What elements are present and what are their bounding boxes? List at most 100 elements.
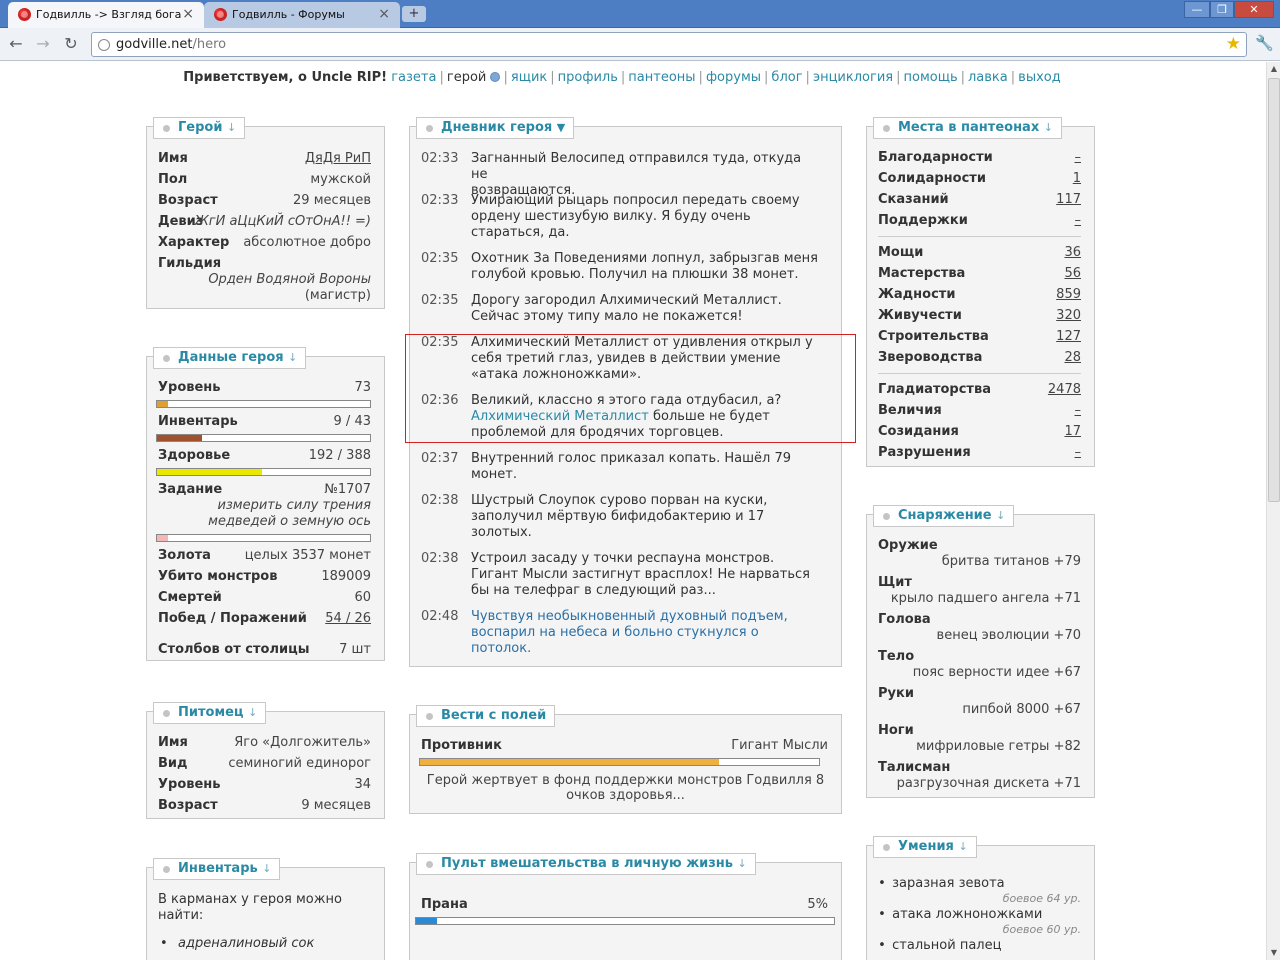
pantheon-label: Сказаний [878,192,949,207]
deaths-value: 60 [354,590,371,605]
hero-status-icon [490,72,501,82]
gold-label: Золота [158,548,211,563]
equipment-item: венец эволюции +70 [936,628,1081,643]
pantheon-value-link[interactable]: 56 [1064,266,1081,281]
poles-value: 7 шт [339,642,371,657]
hero-age-label: Возраст [158,193,218,208]
prana-bar [415,917,835,925]
arrow-down-icon: ↓ [262,862,272,875]
tab-close-icon[interactable]: × [182,6,194,22]
nav-shop[interactable]: лавка [968,70,1008,85]
pantheon-value-link[interactable]: 2478 [1048,382,1081,397]
tab-godville-forums[interactable]: Годвилль - Форумы × [204,2,400,28]
pantheon-label: Жадности [878,287,956,302]
nav-forums[interactable]: форумы [706,70,761,85]
level-label: Уровень [158,380,221,395]
opponent-label: Противник [421,738,502,753]
page-scrollbar[interactable]: ▲ ▼ [1266,62,1280,960]
equipment-slot: Голова [878,612,931,627]
prana-label: Прана [421,897,468,912]
quest-progress-bar [156,534,371,542]
pantheon-value-link[interactable]: – [1075,445,1082,460]
scroll-up-icon[interactable]: ▲ [1267,62,1280,76]
nav-newspaper[interactable]: газета [391,70,436,85]
close-window-button[interactable]: ✕ [1234,1,1274,18]
equipment-title[interactable]: Снаряжение ↓ [873,505,1015,527]
nav-profile[interactable]: профиль [558,70,618,85]
pantheon-value-link[interactable]: 117 [1056,192,1081,207]
pantheon-label: Солидарности [878,171,986,186]
bookmark-star-icon[interactable]: ★ [1226,34,1241,54]
field-news-title[interactable]: Вести с полей [416,705,556,727]
hero-motto: ЖгИ аЦцКиЙ сОтОнА!! =) [194,214,371,229]
globe-icon [98,39,110,51]
scrollbar-thumb[interactable] [1268,78,1280,502]
remote-control-title[interactable]: Пульт вмешательства в личную жизнь ↓ [416,853,756,875]
pantheon-value-link[interactable]: 36 [1064,245,1081,260]
scroll-down-icon[interactable]: ▼ [1267,946,1280,960]
minimize-button[interactable]: — [1184,1,1210,18]
skill-item: • стальной палец [878,938,1002,953]
tab-close-icon[interactable]: × [378,6,390,22]
nav-encyclopedia[interactable]: энциклогия [813,70,893,85]
hero-character-label: Характер [158,235,230,250]
hero-block-title[interactable]: Герой ↓ [153,117,246,139]
wins-label: Побед / Поражений [158,611,307,626]
pantheon-value-link[interactable]: 28 [1064,350,1081,365]
pantheon-label: Звероводства [878,350,983,365]
pantheons-title[interactable]: Места в пантеонах ↓ [873,117,1062,139]
pantheon-value-link[interactable]: – [1075,213,1082,228]
godville-favicon-icon [214,8,227,21]
nav-pantheons[interactable]: пантеоны [628,70,695,85]
reload-icon[interactable]: ↻ [60,34,82,54]
tab-godville-hero[interactable]: Годвилль -> Взгляд бога × [8,2,204,28]
nav-mailbox[interactable]: ящик [511,70,547,85]
inventory-intro-line2: найти: [158,908,204,923]
field-news-text: Герой жертвует в фонд поддержки монстров… [426,773,825,803]
pantheon-value-link[interactable]: 1 [1073,171,1081,186]
pantheon-value-link[interactable]: 320 [1056,308,1081,323]
health-label: Здоровье [158,448,231,463]
kills-label: Убито монстров [158,569,278,584]
godville-favicon-icon [18,8,31,21]
hero-name-link[interactable]: ДяДя РиП [305,151,371,166]
pet-kind-link[interactable]: семиногий единорог [228,756,371,771]
nav-help[interactable]: помощь [903,70,957,85]
health-progress-bar [156,468,371,476]
diary-title[interactable]: Дневник героя ▼ [416,117,575,139]
greeting: Приветствуем, о Uncle RIP! [183,70,388,85]
hero-guild-link[interactable]: Орден Водяной Вороны [208,272,371,287]
divider [878,236,1081,237]
inventory-block-title[interactable]: Инвентарь ↓ [153,858,281,880]
pantheon-value-link[interactable]: 859 [1056,287,1081,302]
skills-title[interactable]: Умения ↓ [873,836,977,858]
wins-link[interactable]: 54 / 26 [325,611,371,626]
maximize-button[interactable]: ❐ [1210,1,1234,18]
equipment-item: пипбой 8000 +67 [962,702,1081,717]
hero-stats-title[interactable]: Данные героя ↓ [153,347,307,369]
url-host: godville.net [116,37,193,52]
back-arrow-icon[interactable]: ← [5,34,27,54]
inventory-label: Инвентарь [158,414,238,429]
skill-item: • атака ложноножками [878,907,1043,922]
pantheon-label: Поддержки [878,213,968,228]
tab-title: Годвилль -> Взгляд бога [36,8,182,21]
forward-arrow-icon[interactable]: → [32,34,54,54]
pantheon-value-link[interactable]: – [1075,150,1082,165]
address-bar[interactable]: godville.net/hero ★ [91,32,1247,57]
pantheon-label: Разрушения [878,445,971,460]
inventory-value: 9 / 43 [333,414,371,429]
new-tab-button[interactable]: + [402,6,426,22]
pantheon-value-link[interactable]: 17 [1064,424,1081,439]
browser-toolbar: ← → ↻ godville.net/hero ★ 🔧 [0,28,1280,61]
arrow-down-icon: ↓ [226,121,237,134]
nav-logout[interactable]: выход [1018,70,1061,85]
wrench-icon[interactable]: 🔧 [1255,34,1274,52]
pantheon-value-link[interactable]: – [1075,403,1082,418]
pantheon-value-link[interactable]: 127 [1056,329,1081,344]
pantheon-label: Созидания [878,424,959,439]
nav-blog[interactable]: блог [771,70,802,85]
pet-block-title[interactable]: Питомец ↓ [153,702,267,724]
inventory-progress-bar [156,434,371,442]
equipment-slot: Щит [878,575,912,590]
